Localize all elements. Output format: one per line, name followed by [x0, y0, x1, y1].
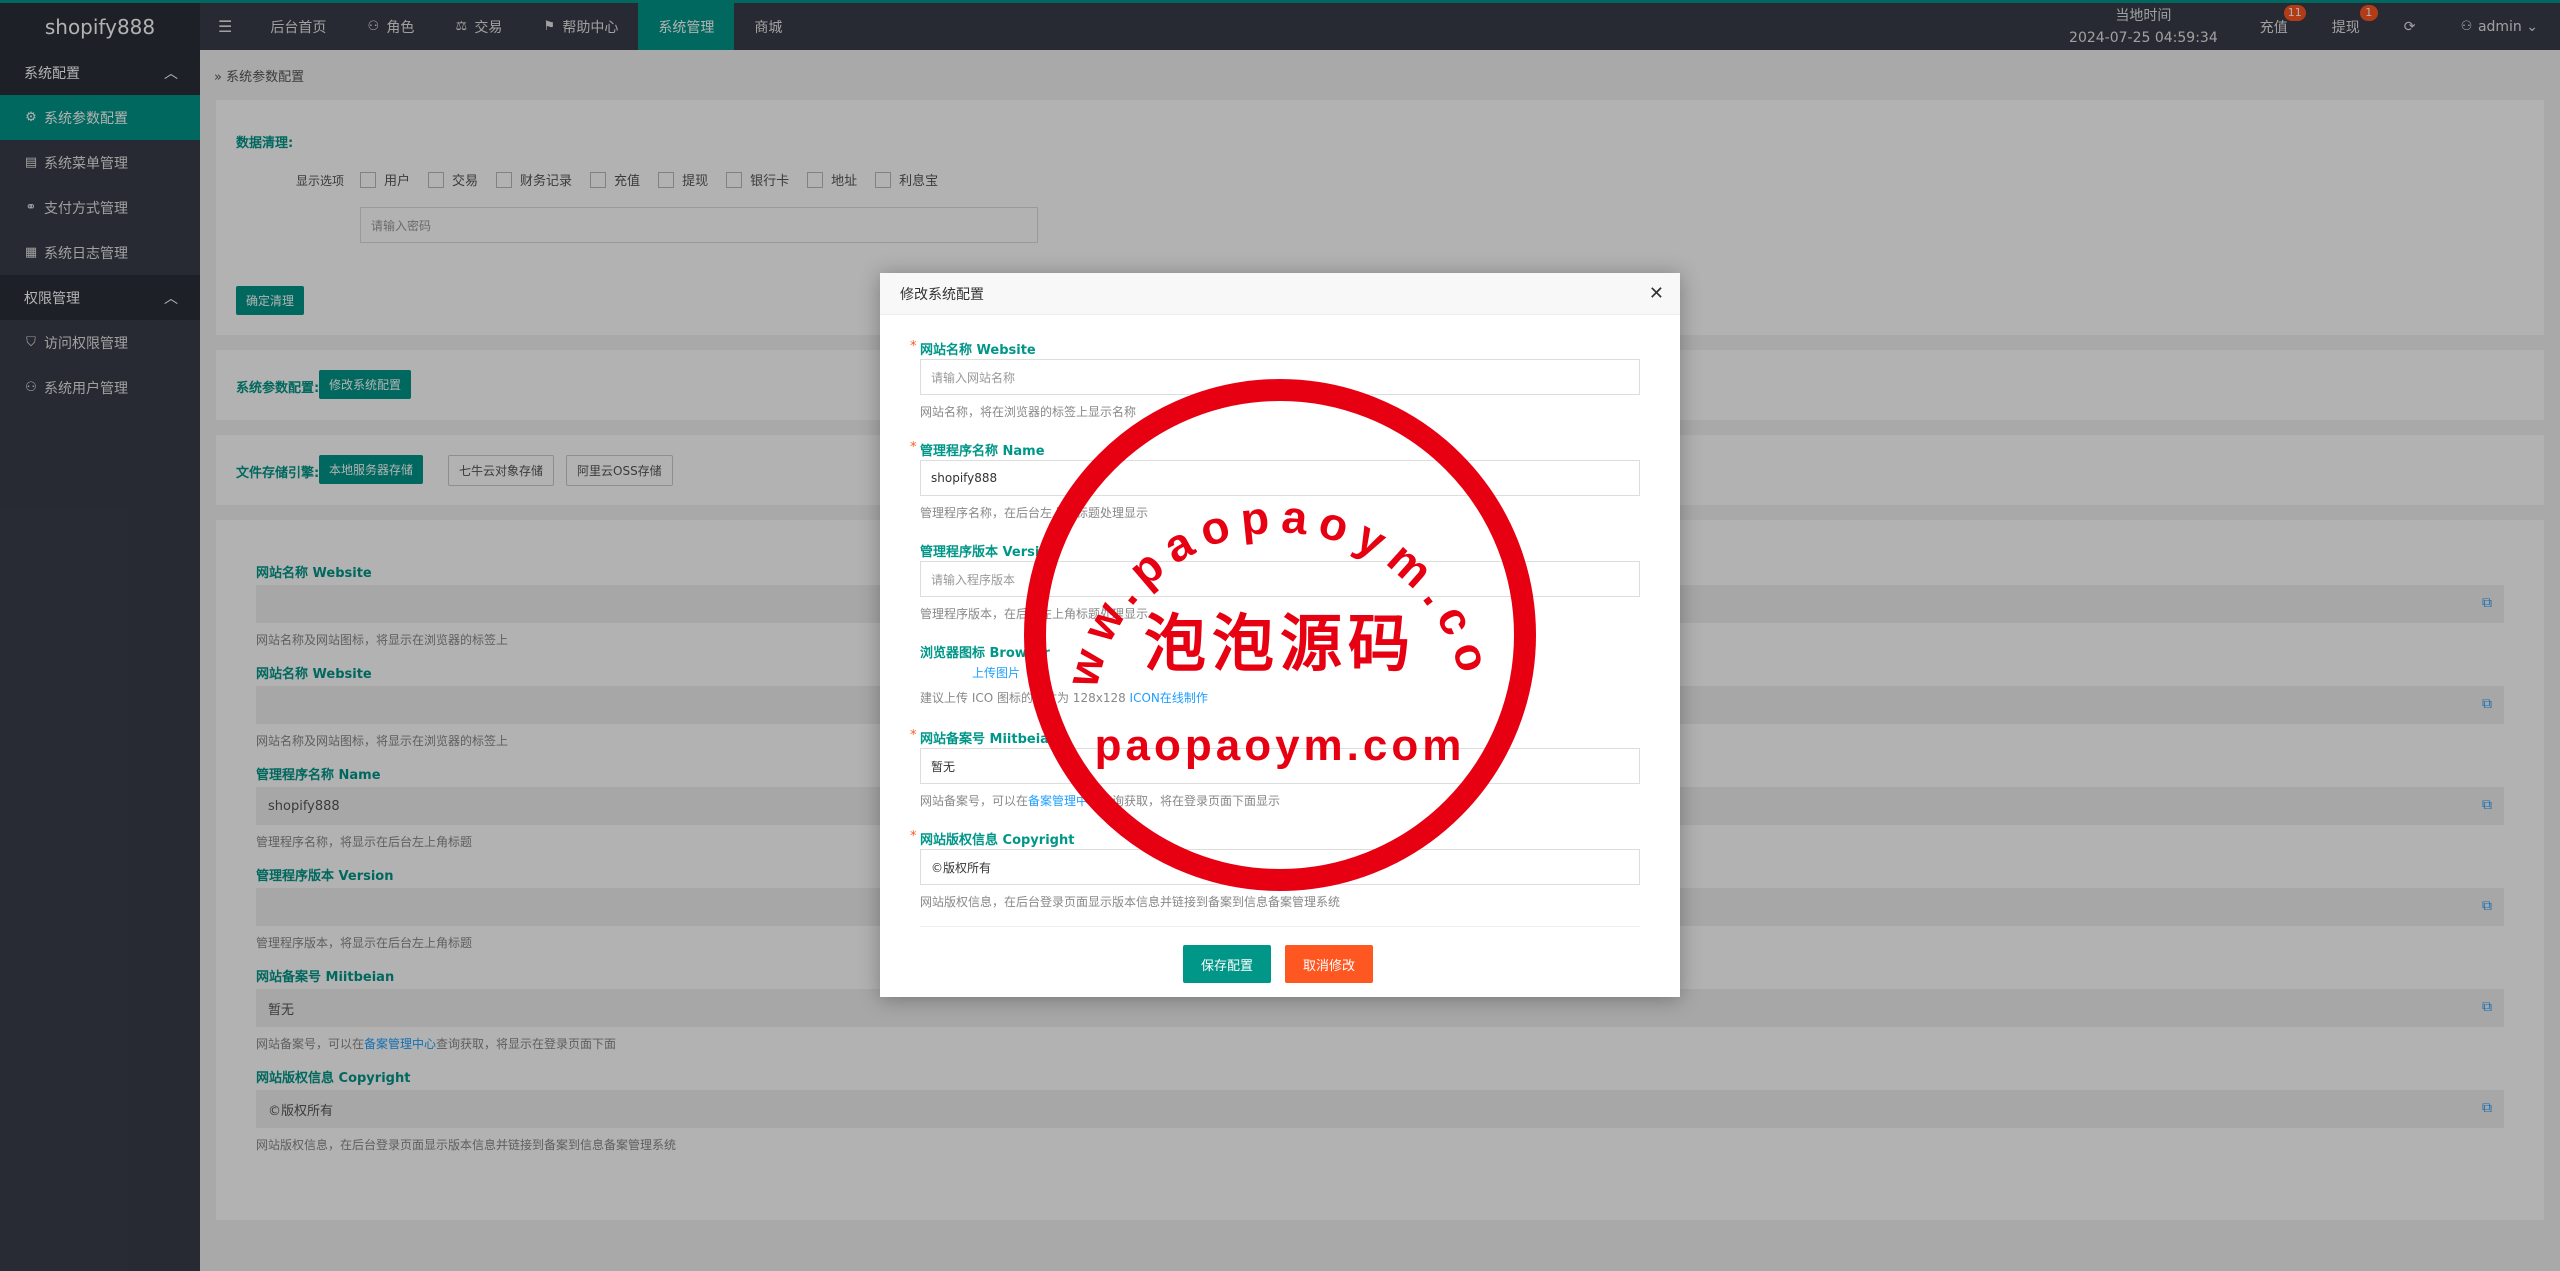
save-config-button[interactable]: 保存配置 [1183, 945, 1272, 983]
stamp-title: 泡泡源码 [1144, 607, 1416, 680]
watermark-stamp: www.paopaoym.com 泡泡源码 paopaoym.com [1020, 375, 1536, 891]
cancel-edit-button[interactable]: 取消修改 [1285, 945, 1374, 983]
modal-divider [920, 926, 1640, 927]
stamp-domain: paopaoym.com [1095, 721, 1466, 770]
modal-header: 修改系统配置 ✕ [880, 273, 1680, 315]
close-icon[interactable]: ✕ [1649, 283, 1664, 304]
modal-title: 修改系统配置 [900, 286, 984, 303]
